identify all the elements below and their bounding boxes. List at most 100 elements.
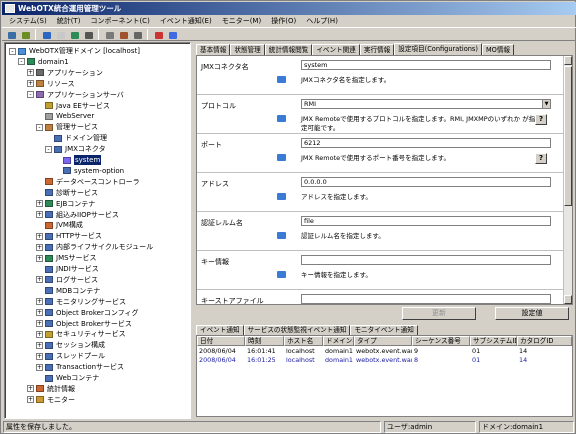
- toolbar-button[interactable]: [19, 29, 31, 40]
- tab-4[interactable]: 実行情報: [359, 44, 395, 55]
- tree-node[interactable]: + アプリケーション: [27, 68, 103, 78]
- tree-node[interactable]: + ログサービス: [36, 275, 98, 285]
- tree-node[interactable]: - アプリケーションサーバ: [27, 90, 124, 100]
- expand-toggle[interactable]: +: [36, 254, 43, 262]
- tree-node[interactable]: + 統計情報: [27, 384, 75, 394]
- expand-toggle[interactable]: +: [36, 352, 43, 360]
- property-input[interactable]: 6212: [301, 138, 551, 148]
- column-header[interactable]: シーケンス番号: [412, 336, 470, 346]
- dropdown-arrow-icon[interactable]: ▼: [542, 100, 550, 108]
- vertical-scrollbar[interactable]: [563, 56, 572, 304]
- expand-toggle[interactable]: +: [27, 80, 34, 88]
- property-input[interactable]: [301, 255, 551, 265]
- menu-item[interactable]: モニター(M): [217, 15, 267, 27]
- property-input[interactable]: system: [301, 60, 551, 70]
- expand-toggle[interactable]: +: [36, 298, 43, 306]
- tree-node[interactable]: - domain1: [18, 57, 69, 67]
- help-button[interactable]: ?: [535, 153, 547, 164]
- tree-node[interactable]: + EJBコンテナ: [36, 199, 95, 209]
- toolbar-button[interactable]: [166, 29, 178, 40]
- expand-toggle[interactable]: +: [36, 200, 43, 208]
- toolbar-button[interactable]: [117, 29, 129, 40]
- tree-node[interactable]: JNDIサービス: [36, 264, 99, 274]
- toolbar-button[interactable]: [54, 29, 66, 40]
- scroll-down-button[interactable]: [564, 295, 572, 304]
- title-bar[interactable]: WebOTX統合運用管理ツール: [2, 2, 576, 15]
- tree-node[interactable]: WebServer: [36, 111, 94, 121]
- expand-toggle[interactable]: +: [36, 211, 43, 218]
- tree-node[interactable]: + セキュリティサービス: [36, 329, 126, 339]
- expand-toggle[interactable]: +: [27, 385, 34, 393]
- toolbar-button[interactable]: [40, 29, 52, 40]
- column-header[interactable]: カタログID: [517, 336, 572, 346]
- event-tab-2[interactable]: モニタイベント通知: [350, 325, 418, 335]
- tree-node[interactable]: Webコンテナ: [36, 373, 99, 383]
- column-header[interactable]: サブシステムID: [470, 336, 517, 346]
- tree-node[interactable]: + 組込みIIOPサービス: [36, 210, 119, 220]
- tree-node[interactable]: + Object Brokerサービス: [36, 319, 132, 329]
- tree-node[interactable]: ドメイン管理: [45, 133, 107, 143]
- tree-node[interactable]: + JMSサービス: [36, 253, 97, 263]
- menu-item[interactable]: コンポーネント(C): [85, 15, 154, 27]
- expand-toggle[interactable]: +: [27, 396, 34, 404]
- menu-item[interactable]: システム(S): [4, 15, 52, 27]
- toolbar-button[interactable]: [68, 29, 80, 40]
- expand-toggle[interactable]: +: [36, 363, 43, 371]
- tree-node[interactable]: + 内部ライフサイクルモジュール: [36, 242, 153, 252]
- navigation-tree[interactable]: - WebOTX管理ドメイン [localhost] - domain1 + アプリケーシ…: [4, 42, 191, 419]
- tree-node[interactable]: + セッション構成: [36, 340, 105, 350]
- event-tab-0[interactable]: イベント通知: [196, 325, 244, 335]
- tree-node[interactable]: + Object Brokerコンフィグ: [36, 308, 138, 318]
- menu-item[interactable]: 操作(O): [266, 15, 301, 27]
- expand-toggle[interactable]: -: [45, 145, 52, 153]
- scroll-thumb[interactable]: [564, 66, 572, 206]
- column-header[interactable]: タイプ: [354, 336, 412, 346]
- tree-node[interactable]: + スレッドプール: [36, 351, 105, 361]
- toolbar-button[interactable]: [152, 29, 164, 40]
- pane-splitter[interactable]: [192, 42, 195, 419]
- expand-toggle[interactable]: -: [9, 47, 16, 55]
- tab-2[interactable]: 統計情報閲覧: [264, 44, 313, 55]
- table-row[interactable]: 2008/06/04 16:01:41 localhost domain1 webotx…: [197, 347, 572, 355]
- toolbar-button[interactable]: [82, 29, 94, 40]
- expand-toggle[interactable]: -: [27, 91, 34, 99]
- tree-node[interactable]: - WebOTX管理ドメイン [localhost]: [9, 46, 140, 56]
- help-button[interactable]: ?: [535, 114, 547, 125]
- tree-node[interactable]: system-option: [54, 166, 124, 176]
- tree-node[interactable]: + リソース: [27, 79, 75, 89]
- expand-toggle[interactable]: -: [18, 58, 25, 66]
- toolbar-button[interactable]: [131, 29, 143, 40]
- menu-item[interactable]: イベント通知(E): [155, 15, 217, 27]
- tree-node[interactable]: - 管理サービス: [36, 122, 98, 132]
- toolbar-button[interactable]: [103, 29, 115, 40]
- menu-item[interactable]: 統計(T): [52, 15, 86, 27]
- update-button[interactable]: 更新: [402, 307, 476, 320]
- tree-node[interactable]: データベースコントローラ: [36, 177, 140, 187]
- expand-toggle[interactable]: +: [36, 341, 43, 349]
- expand-toggle[interactable]: +: [36, 330, 43, 338]
- expand-toggle[interactable]: +: [36, 320, 43, 327]
- expand-toggle[interactable]: -: [36, 123, 43, 131]
- tree-node[interactable]: MDBコンテナ: [36, 286, 100, 296]
- tree-node[interactable]: + HTTPサービス: [36, 231, 102, 241]
- menu-item[interactable]: ヘルプ(H): [301, 15, 343, 27]
- tree-node[interactable]: system: [54, 155, 102, 165]
- property-input[interactable]: file: [301, 216, 551, 226]
- tree-node[interactable]: Java EEサービス: [36, 101, 110, 111]
- table-row[interactable]: 2008/06/04 16:01:25 localhost domain1 webotx…: [197, 356, 572, 364]
- expand-toggle[interactable]: +: [36, 232, 43, 240]
- tree-node[interactable]: - JMXコネクタ: [45, 144, 106, 154]
- property-input[interactable]: 0.0.0.0: [301, 177, 551, 187]
- property-input[interactable]: [301, 294, 551, 304]
- apply-button[interactable]: 設定値: [495, 307, 569, 320]
- column-header[interactable]: 時刻: [245, 336, 284, 346]
- expand-toggle[interactable]: +: [36, 309, 43, 317]
- column-header[interactable]: 日付: [197, 336, 245, 346]
- tab-6[interactable]: MO情報: [481, 44, 515, 55]
- event-tab-1[interactable]: サービスの状態監視イベント通知: [243, 325, 351, 335]
- tree-node[interactable]: 診断サービス: [36, 188, 98, 198]
- tab-3[interactable]: イベント関連: [312, 44, 360, 55]
- expand-toggle[interactable]: +: [27, 69, 34, 77]
- scroll-up-button[interactable]: [564, 56, 572, 65]
- tab-0[interactable]: 基本情報: [196, 44, 231, 55]
